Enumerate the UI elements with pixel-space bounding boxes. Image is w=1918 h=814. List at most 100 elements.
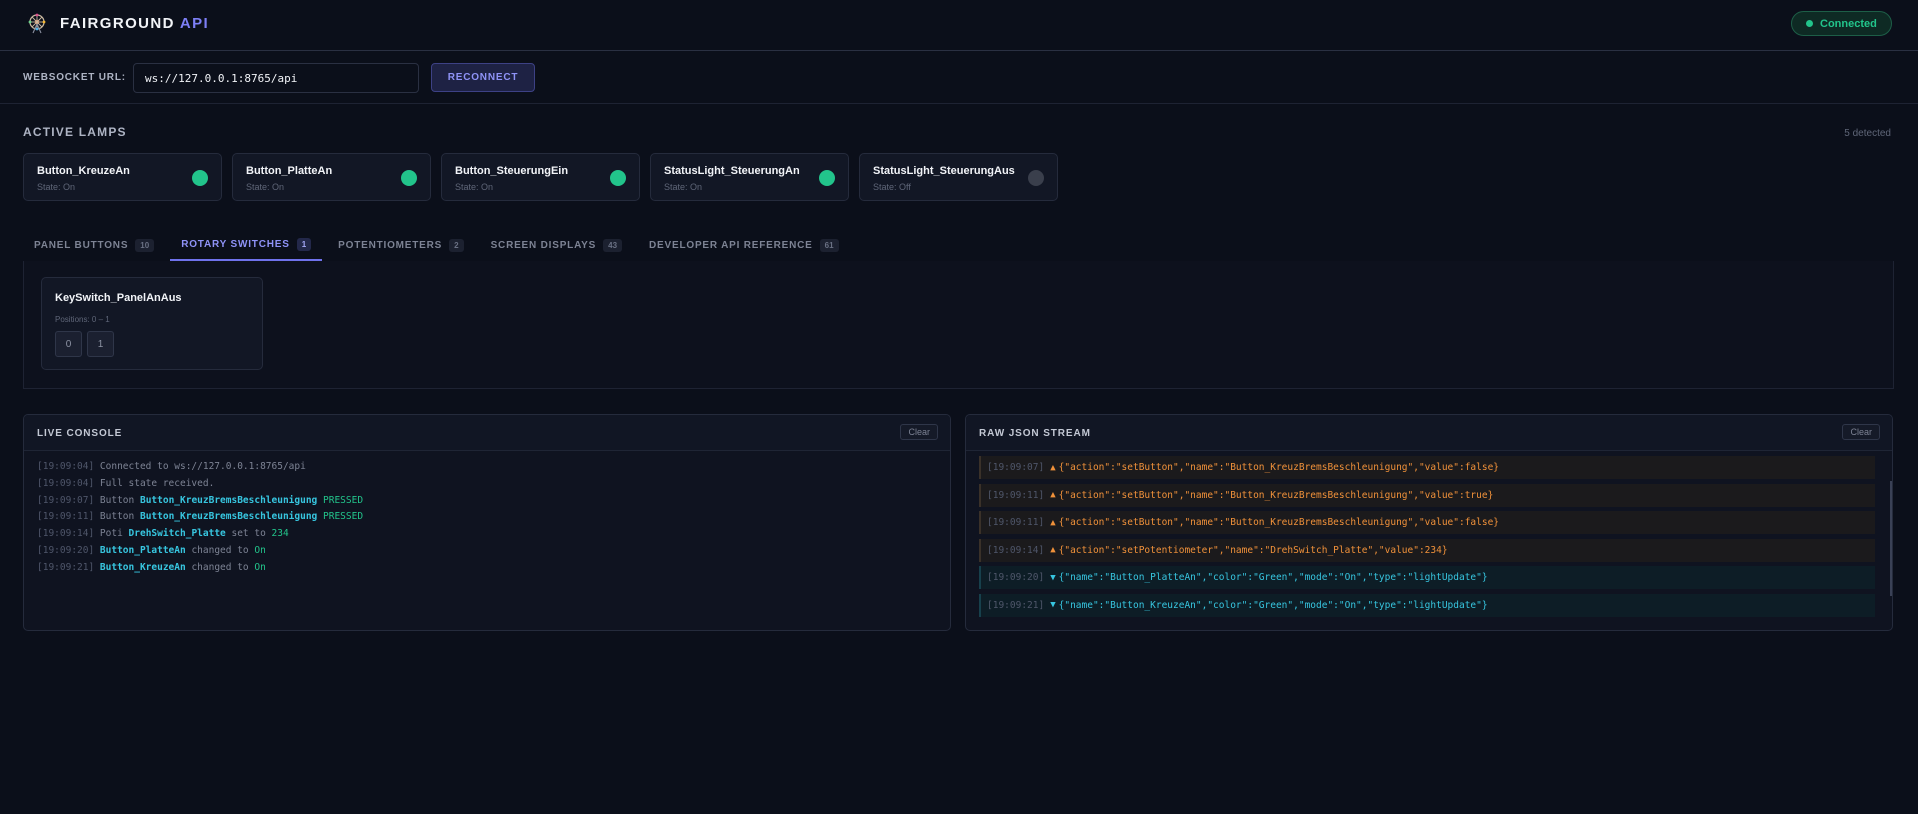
live-console-panel: LIVE CONSOLE Clear [19:09:04] Connected …	[23, 414, 951, 631]
lamp-card: Button_SteuerungEin State: On	[441, 153, 640, 201]
lamps-detected-count: 5 detected	[1844, 128, 1891, 139]
position-button[interactable]: 0	[55, 331, 82, 357]
lamp-card: StatusLight_SteuerungAn State: On	[650, 153, 849, 201]
console-segment: [19:09:04]	[37, 461, 100, 472]
outgoing-arrow-icon: ▲	[1050, 517, 1056, 528]
console-segment: Button_PlatteAn	[99, 544, 186, 556]
console-segment: PRESSED	[317, 511, 364, 523]
lamp-name: StatusLight_SteuerungAn	[664, 165, 800, 177]
console-line: [19:09:07] Button Button_KreuzBremsBesch…	[37, 493, 937, 510]
json-message-row: [19:09:07] ▲ {"action":"setButton","name":…	[979, 456, 1875, 479]
tab-potentiometers[interactable]: POTENTIOMETERS 2	[327, 229, 474, 261]
console-segment: Button_KreuzBremsBeschleunigung	[139, 494, 318, 506]
json-message-row: [19:09:20] ▼ {"name":"Button_PlatteAn","co…	[979, 566, 1875, 589]
ferris-wheel-icon	[28, 13, 46, 34]
json-stream-scrollbar[interactable]	[1890, 481, 1892, 596]
tab-developer-api-reference[interactable]: DEVELOPER API REFERENCE 61	[638, 229, 850, 261]
console-segment: [19:09:04]	[37, 477, 100, 489]
lamp-state: State: Off	[873, 182, 911, 192]
tab-panel-buttons[interactable]: PANEL BUTTONS 10	[23, 229, 165, 261]
position-button[interactable]: 1	[87, 331, 114, 357]
app-header: FAIRGROUND API Connected	[0, 0, 1918, 51]
brand-main: FAIRGROUND	[60, 15, 175, 32]
console-segment: DrehSwitch_Platte	[128, 528, 226, 540]
lamp-name: StatusLight_SteuerungAus	[873, 165, 1015, 177]
console-segment: [19:09:11]	[37, 511, 100, 523]
incoming-arrow-icon: ▼	[1050, 572, 1056, 583]
rotary-switches-panel: KeySwitch_PanelAnAus Positions: 0 – 1 01	[23, 261, 1894, 389]
lamp-name: Button_SteuerungEin	[455, 165, 569, 177]
raw-json-stream-panel: RAW JSON STREAM Clear [19:09:07] ▲ {"actio…	[965, 414, 1893, 631]
json-payload: {"action":"setButton","name":"Button_Kre…	[1058, 517, 1500, 528]
brand-accent: API	[179, 15, 210, 32]
json-timestamp: [19:09:14]	[987, 544, 1045, 556]
rotary-switch-positions-label: Positions: 0 – 1	[55, 315, 110, 324]
json-message-row: [19:09:14] ▲ {"action":"setPotentiometer",…	[979, 538, 1875, 562]
console-segment: Button_KreuzeAn	[99, 561, 186, 573]
tab-label: ROTARY SWITCHES	[181, 238, 290, 250]
lamp-state: State: On	[455, 182, 494, 192]
tab-count-badge: 10	[135, 238, 155, 252]
tab-count-badge: 2	[449, 238, 464, 252]
tab-screen-displays[interactable]: SCREEN DISPLAYS 43	[480, 229, 633, 261]
tab-label: SCREEN DISPLAYS	[490, 239, 597, 251]
live-console-title: LIVE CONSOLE	[37, 428, 123, 439]
json-message-row: [19:09:21] ▼ {"name":"Button_KreuzeAn","co…	[979, 593, 1875, 617]
lamp-indicator-icon	[1028, 170, 1044, 186]
outgoing-arrow-icon: ▲	[1050, 490, 1056, 500]
status-dot-icon	[1806, 20, 1813, 27]
incoming-arrow-icon: ▼	[1050, 600, 1056, 610]
console-segment: On	[254, 561, 266, 573]
console-line: [19:09:21] Button_KreuzeAn changed to On	[37, 560, 937, 577]
lamp-indicator-icon	[192, 170, 208, 186]
lamp-card: Button_KreuzeAn State: On	[23, 153, 222, 201]
websocket-url-label: WEBSOCKET URL:	[23, 72, 126, 83]
console-segment: On	[254, 544, 266, 556]
console-line: [19:09:04] Connected to ws://127.0.0.1:8…	[37, 459, 937, 476]
console-segment: [19:09:07]	[37, 494, 100, 506]
json-message-row: [19:09:11] ▲ {"action":"setButton","name":…	[979, 511, 1875, 534]
json-payload: {"name":"Button_PlatteAn","color":"Green…	[1058, 572, 1488, 583]
live-console-header: LIVE CONSOLE Clear	[24, 415, 950, 451]
outgoing-arrow-icon: ▲	[1050, 545, 1056, 555]
console-clear-button[interactable]: Clear	[900, 424, 938, 440]
json-timestamp: [19:09:07]	[987, 462, 1045, 473]
connection-status-text: Connected	[1820, 17, 1877, 30]
lamp-list: Button_KreuzeAn State: On Button_PlatteAn S…	[23, 153, 1058, 201]
console-segment: set to	[225, 528, 272, 540]
json-timestamp: [19:09:21]	[987, 599, 1045, 611]
lamp-name: Button_PlatteAn	[246, 165, 333, 177]
console-line: [19:09:04] Full state received.	[37, 476, 937, 493]
console-segment: Button	[99, 511, 140, 523]
console-segment: Button	[99, 494, 140, 506]
console-segment: [19:09:14]	[37, 528, 100, 540]
json-timestamp: [19:09:20]	[987, 572, 1045, 583]
reconnect-button[interactable]: RECONNECT	[431, 63, 535, 92]
json-clear-button[interactable]: Clear	[1842, 424, 1880, 440]
console-line: [19:09:20] Button_PlatteAn changed to On	[37, 543, 937, 560]
console-segment: PRESSED	[317, 494, 364, 506]
lamp-name: Button_KreuzeAn	[37, 165, 130, 177]
json-payload: {"action":"setPotentiometer","name":"Dre…	[1058, 544, 1448, 556]
console-segment: Poti	[99, 528, 129, 540]
console-line: [19:09:11] Button Button_KreuzBremsBesch…	[37, 509, 937, 526]
json-stream-list: [19:09:07] ▲ {"action":"setButton","name":…	[966, 451, 1892, 617]
lamp-state: State: On	[664, 182, 703, 192]
tab-rotary-switches[interactable]: ROTARY SWITCHES 1	[170, 229, 323, 261]
tab-bar: PANEL BUTTONS 10 ROTARY SWITCHES 1 POTENTIOM…	[23, 229, 855, 261]
json-message-row: [19:09:11] ▲ {"action":"setButton","name":…	[979, 483, 1875, 507]
tab-count-badge: 43	[603, 238, 623, 252]
console-segment: [19:09:20]	[37, 544, 100, 556]
console-segment: Button_KreuzBremsBeschleunigung	[139, 511, 318, 523]
console-log: [19:09:04] Connected to ws://127.0.0.1:8…	[24, 451, 950, 585]
websocket-url-input[interactable]	[133, 63, 419, 93]
lamp-indicator-icon	[610, 170, 626, 186]
tab-label: DEVELOPER API REFERENCE	[649, 239, 813, 251]
raw-json-stream-header: RAW JSON STREAM Clear	[966, 415, 1892, 451]
console-segment: Full state received.	[99, 477, 215, 489]
lamp-indicator-icon	[819, 170, 835, 186]
position-buttons: 01	[55, 331, 114, 357]
lamp-state: State: On	[37, 182, 76, 192]
raw-json-stream-title: RAW JSON STREAM	[979, 428, 1091, 439]
json-payload: {"action":"setButton","name":"Button_Kre…	[1058, 462, 1500, 473]
